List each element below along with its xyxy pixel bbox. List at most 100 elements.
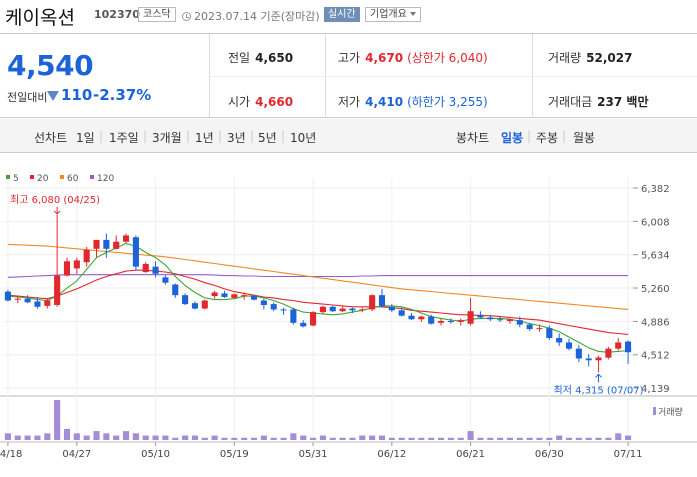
trade-value: 거래대금 237 백만 xyxy=(548,93,648,110)
high-value: 4,670 xyxy=(365,51,404,65)
volume-bar xyxy=(24,435,31,440)
volume-bar xyxy=(369,435,376,440)
prev-close-label: 전일 xyxy=(228,51,251,65)
volume-bar xyxy=(310,437,317,440)
volume-bar xyxy=(565,437,573,440)
candle-body xyxy=(487,317,494,320)
candle-body xyxy=(310,312,317,326)
candle-body xyxy=(34,301,41,307)
candle-body xyxy=(349,308,356,311)
candle-body xyxy=(201,300,208,309)
candle-body xyxy=(24,298,31,303)
volume-bar xyxy=(280,437,287,440)
y-tick-label: 6,382 xyxy=(641,184,670,195)
volume-bar xyxy=(437,437,445,440)
volume-bar xyxy=(575,437,582,440)
candle-body xyxy=(625,341,632,353)
volume-bar xyxy=(211,435,218,440)
candle-body xyxy=(339,308,346,312)
period-5y[interactable]: 5년 xyxy=(258,129,277,146)
y-tick-label: 6,008 xyxy=(641,217,670,228)
down-triangle-icon xyxy=(47,91,59,101)
candle-weekly[interactable]: 주봉 xyxy=(536,129,558,146)
low-value: 4,410 xyxy=(365,95,404,109)
volume-bar xyxy=(408,437,415,440)
high-label: 고가 xyxy=(338,51,361,65)
stock-header: 케이옥션 102370 코스닥 2023.07.14 기준(장마감) 실시간 기… xyxy=(0,0,697,32)
x-tick-label: 07/11 xyxy=(614,449,643,460)
period-bar: 선차트 1일 | 1주일 | 3개월 | 1년 | 3년 | 5년 | 10년 … xyxy=(0,119,697,153)
candle-monthly[interactable]: 월봉 xyxy=(573,129,595,146)
legend-label: 20 xyxy=(37,174,49,184)
x-tick-label: 05/10 xyxy=(141,449,170,460)
legend-swatch xyxy=(30,175,34,179)
stock-name: 케이옥션 xyxy=(5,7,75,29)
volume-bar xyxy=(378,435,386,440)
candlestick-chart: 6,382 6,008 5,634 5,260 4,886 4,512 4,139 04/18… xyxy=(0,174,697,460)
as-of-date: 2023.07.14 기준(장마감) xyxy=(182,8,320,24)
x-tick-label: 06/12 xyxy=(377,449,406,460)
separator: | xyxy=(143,129,148,143)
clock-icon xyxy=(182,12,191,21)
volume-bar xyxy=(457,437,464,440)
volume-bar xyxy=(319,435,326,440)
candle-body xyxy=(526,324,533,330)
x-tick-label: 04/27 xyxy=(62,449,91,460)
volume: 거래량 52,027 xyxy=(548,49,632,66)
change-percent: -2.37% xyxy=(93,86,152,104)
separator: | xyxy=(218,129,223,143)
candle-body xyxy=(428,316,435,324)
volume-bar xyxy=(506,437,514,440)
current-price: 4,540 xyxy=(7,49,94,82)
x-tick-label: 04/18 xyxy=(0,449,22,460)
period-3m[interactable]: 3개월 xyxy=(152,129,182,146)
volume-bar xyxy=(625,435,632,440)
period-1w[interactable]: 1주일 xyxy=(109,129,139,146)
period-3y[interactable]: 3년 xyxy=(227,129,246,146)
separator: | xyxy=(186,129,191,143)
candle-body xyxy=(369,295,376,310)
volume-bar xyxy=(428,437,435,440)
volume-bar xyxy=(162,435,169,440)
candle-body xyxy=(329,306,336,312)
candle-body xyxy=(388,306,395,311)
volume-bar xyxy=(467,431,474,440)
y-tick-label: 5,260 xyxy=(641,284,670,295)
candle-body xyxy=(54,275,61,305)
volume-bar xyxy=(418,437,425,440)
ma5-line xyxy=(7,242,629,353)
change-label: 전일대비 xyxy=(7,91,48,104)
volume-bar xyxy=(487,437,494,440)
candle-body xyxy=(319,306,326,313)
candle-body xyxy=(211,292,218,297)
volume-bar xyxy=(329,437,336,440)
volume-bar xyxy=(349,437,356,440)
volume-bar xyxy=(83,435,90,440)
candle-body xyxy=(467,311,474,324)
candle-daily[interactable]: 일봉 xyxy=(501,129,523,146)
volume-bar xyxy=(260,435,267,440)
separator: | xyxy=(281,129,286,143)
volume-bar xyxy=(34,435,41,440)
company-overview-button[interactable]: 기업개요 xyxy=(365,7,421,22)
realtime-button[interactable]: 실시간 xyxy=(324,7,360,22)
candle-body xyxy=(83,249,90,263)
candle-body xyxy=(93,239,100,249)
separator: | xyxy=(99,129,104,143)
volume-bar xyxy=(221,437,228,440)
candle-body xyxy=(565,342,573,349)
volume-bar xyxy=(152,435,159,440)
volume-bar xyxy=(270,437,277,440)
y-tick-label: 4,512 xyxy=(641,351,670,362)
candle-body xyxy=(408,315,415,320)
volume-bar xyxy=(231,437,238,440)
candle-body xyxy=(418,316,425,320)
volume-bar xyxy=(388,437,395,440)
period-10y[interactable]: 10년 xyxy=(290,129,316,146)
volume-bar xyxy=(595,437,602,440)
period-1d[interactable]: 1일 xyxy=(76,129,95,146)
period-1y[interactable]: 1년 xyxy=(195,129,214,146)
volume-bar xyxy=(290,433,297,440)
candle-body xyxy=(250,296,258,300)
price-chart: 6,382 6,008 5,634 5,260 4,886 4,512 4,139 04/18… xyxy=(0,154,697,477)
